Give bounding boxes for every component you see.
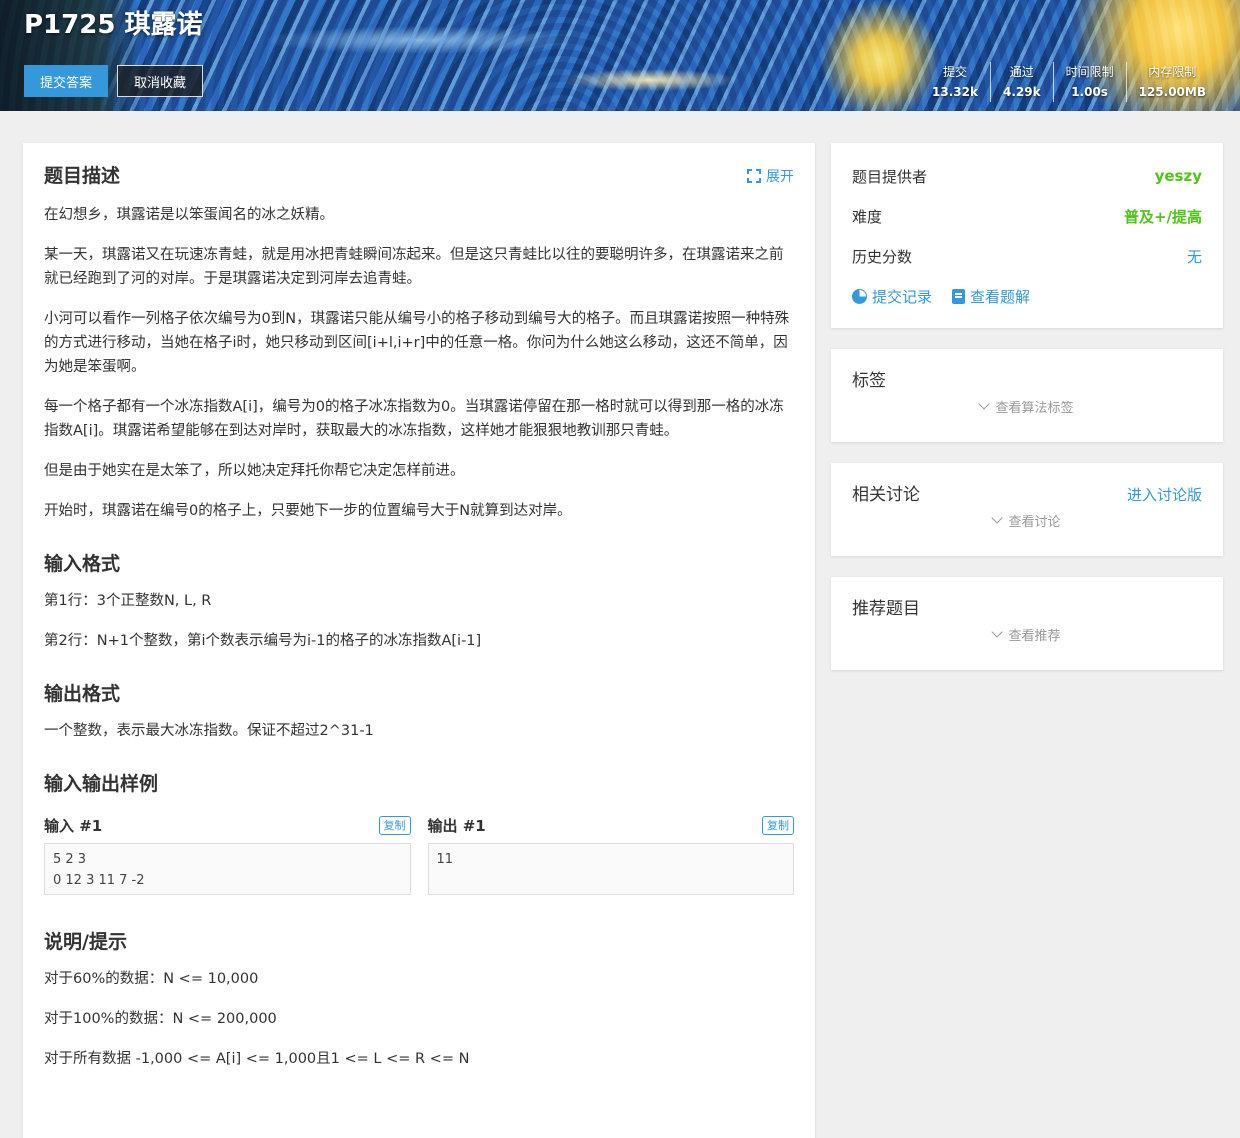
stat-value: 13.32k — [932, 85, 978, 99]
expand-button[interactable]: 展开 — [747, 166, 794, 186]
provider-value[interactable]: yeszy — [1155, 167, 1202, 185]
sample-input-box: 5 2 3 0 12 3 11 7 -2 — [44, 843, 411, 895]
book-icon — [952, 288, 966, 304]
input-format-title: 输入格式 — [44, 553, 121, 575]
recommend-card: 推荐题目 查看推荐 — [831, 577, 1223, 670]
hint-line: 对于所有数据 -1,000 <= A[i] <= 1,000且1 <= L <=… — [44, 1051, 470, 1067]
difficulty-label: 难度 — [852, 207, 883, 226]
sample-output: 输出 #1 复制 11 — [427, 813, 794, 895]
unfavorite-button[interactable]: 取消收藏 — [117, 65, 203, 97]
provider-label: 题目提供者 — [852, 167, 928, 186]
stat-value: 4.29k — [1002, 85, 1041, 99]
problem-title: P1725 琪露诺 — [24, 10, 203, 40]
stat-memory-limit: 内存限制 125.00MB — [1125, 62, 1218, 102]
discussion-title: 相关讨论 — [852, 485, 920, 505]
provider-row: 题目提供者 yeszy — [831, 156, 1223, 196]
stat-label: 通过 — [1009, 65, 1034, 79]
problem-links: 提交记录 查看题解 — [831, 276, 1223, 316]
problem-banner: P1725 琪露诺 提交答案 取消收藏 提交 13.32k 通过 4.29k 时… — [0, 0, 1240, 111]
stat-submissions: 提交 13.32k — [920, 62, 990, 102]
problem-stats: 提交 13.32k 通过 4.29k 时间限制 1.00s 内存限制 125.0… — [920, 62, 1218, 102]
show-recommend-label: 查看推荐 — [1008, 629, 1061, 644]
recommend-title: 推荐题目 — [852, 599, 920, 619]
history-row: 历史分数 无 — [831, 236, 1223, 276]
description-paragraph: 每一个格子都有一个冰冻指数A[i]，编号为0的格子冰冻指数为0。当琪露诺停留在那… — [44, 399, 784, 439]
output-format-title: 输出格式 — [44, 683, 121, 705]
stat-accepted: 通过 4.29k — [989, 62, 1053, 102]
description-paragraph: 某一天，琪露诺又在玩速冻青蛙，就是用冰把青蛙瞬间冻起来。但是这只青蛙比以往的要聪… — [44, 247, 784, 287]
discussion-card: 相关讨论 进入讨论版 查看讨论 — [831, 463, 1223, 556]
description-header: 题目描述 展开 — [44, 163, 794, 189]
show-tags-label: 查看算法标签 — [995, 401, 1074, 416]
expand-icon — [747, 169, 761, 183]
hint-line: 对于100%的数据：N <= 200,000 — [44, 1011, 277, 1027]
show-discussion-label: 查看讨论 — [1008, 515, 1061, 530]
chevron-down-icon — [978, 398, 991, 410]
hint-line: 对于60%的数据：N <= 10,000 — [44, 971, 259, 987]
sample-output-box: 11 — [427, 843, 794, 895]
input-format-line: 第1行：3个正整数N, L, R — [44, 593, 212, 609]
expand-label: 展开 — [766, 169, 794, 185]
samples: 输入 #1 复制 5 2 3 0 12 3 11 7 -2 输出 #1 复制 1… — [44, 813, 794, 895]
copy-output-button[interactable]: 复制 — [762, 815, 794, 835]
input-format-line: 第2行：N+1个整数，第i个数表示编号为i-1的格子的冰冻指数A[i-1] — [44, 633, 482, 649]
output-format-line: 一个整数，表示最大冰冻指数。保证不超过2^31-1 — [44, 723, 374, 739]
sample-input-title: 输入 #1 — [44, 816, 103, 835]
show-discussion-toggle[interactable]: 查看讨论 — [831, 511, 1223, 530]
sample-output-title: 输出 #1 — [427, 816, 486, 835]
description-paragraph: 小河可以看作一列格子依次编号为0到N，琪露诺只能从编号小的格子移动到编号大的格子… — [44, 311, 790, 375]
chevron-down-icon — [991, 626, 1004, 638]
description-paragraph: 开始时，琪露诺在编号0的格子上，只要她下一步的位置编号大于N就算到达对岸。 — [44, 503, 572, 519]
stat-label: 内存限制 — [1148, 65, 1197, 79]
history-label: 历史分数 — [852, 247, 913, 266]
submission-records-link[interactable]: 提交记录 — [852, 286, 932, 307]
sample-input: 输入 #1 复制 5 2 3 0 12 3 11 7 -2 — [44, 813, 411, 895]
problem-card: 题目描述 展开 在幻想乡，琪露诺是以笨蛋闻名的冰之妖精。 某一天，琪露诺又在玩速… — [23, 143, 815, 1138]
enter-forum-link[interactable]: 进入讨论版 — [1127, 483, 1202, 507]
show-tags-toggle[interactable]: 查看算法标签 — [831, 397, 1223, 416]
description-paragraph: 在幻想乡，琪露诺是以笨蛋闻名的冰之妖精。 — [44, 207, 334, 223]
problem-info-card: 题目提供者 yeszy 难度 普及+/提高 历史分数 无 提交记录 查看题解 — [831, 143, 1223, 328]
copy-input-button[interactable]: 复制 — [378, 815, 411, 835]
show-recommend-toggle[interactable]: 查看推荐 — [831, 625, 1223, 644]
submit-answer-button[interactable]: 提交答案 — [24, 65, 108, 97]
samples-title: 输入输出样例 — [44, 773, 159, 795]
view-solutions-link[interactable]: 查看题解 — [952, 286, 1030, 307]
difficulty-value: 普及+/提高 — [1123, 207, 1202, 226]
description-paragraph: 但是由于她实在是太笨了，所以她决定拜托你帮它决定怎样前进。 — [44, 463, 465, 479]
stat-value: 125.00MB — [1138, 85, 1206, 99]
hint-title: 说明/提示 — [44, 931, 127, 953]
pie-chart-icon — [852, 288, 867, 304]
difficulty-row: 难度 普及+/提高 — [831, 196, 1223, 236]
submission-records-label: 提交记录 — [872, 287, 933, 306]
history-value: 无 — [1186, 247, 1202, 266]
stat-value: 1.00s — [1071, 85, 1108, 99]
stat-time-limit: 时间限制 1.00s — [1052, 62, 1126, 102]
description-title: 题目描述 — [44, 165, 121, 187]
tags-card: 标签 查看算法标签 — [831, 349, 1223, 442]
view-solutions-label: 查看题解 — [970, 287, 1031, 306]
stat-label: 提交 — [943, 65, 968, 79]
chevron-down-icon — [991, 512, 1004, 524]
stat-label: 时间限制 — [1065, 65, 1114, 79]
tags-title: 标签 — [852, 371, 886, 391]
